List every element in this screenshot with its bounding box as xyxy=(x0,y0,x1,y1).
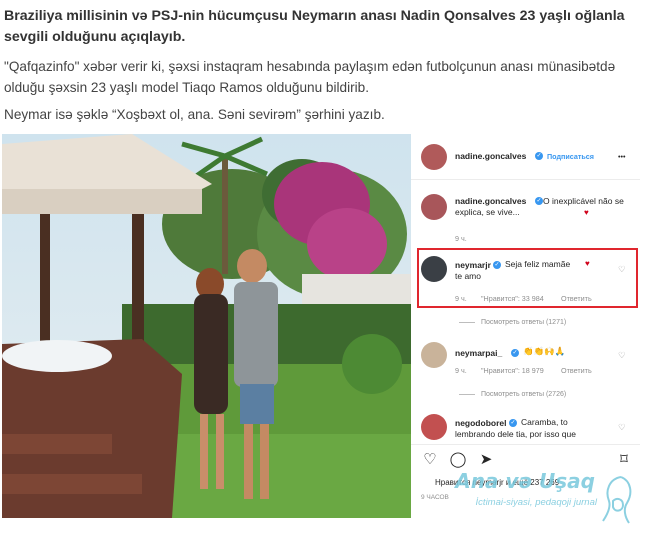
share-icon[interactable]: ➤ xyxy=(477,451,495,469)
post-header: nadine.goncalves ✓ Подписаться ••• xyxy=(411,134,640,180)
reply-button[interactable]: Ответить xyxy=(561,366,592,375)
comment-icon[interactable]: ◯ xyxy=(449,451,467,469)
article-headline: Braziliya millisinin və PSJ-nin hücumçus… xyxy=(4,8,625,45)
more-options-icon[interactable]: ••• xyxy=(618,152,626,161)
timestamp: 9 ч. xyxy=(455,234,467,243)
username[interactable]: nadine.goncalves xyxy=(455,151,526,161)
comment-text: te amo xyxy=(455,271,481,281)
like-count[interactable]: "Нравится": 18 979 xyxy=(481,366,544,375)
reply-button[interactable]: Ответить xyxy=(561,294,592,303)
follow-button[interactable]: Подписаться xyxy=(547,152,594,161)
avatar[interactable] xyxy=(421,256,447,282)
timestamp: 9 ч. xyxy=(455,294,467,303)
verified-icon: ✓ xyxy=(493,261,501,269)
mother-child-logo-icon xyxy=(602,476,632,524)
avatar[interactable] xyxy=(421,342,447,368)
article-paragraph: Neymar isə şəklə “Xoşbəxt ol, ana. Səni … xyxy=(4,107,385,122)
verified-icon: ✓ xyxy=(511,349,519,357)
avatar[interactable] xyxy=(421,414,447,440)
view-replies-link[interactable]: Посмотреть ответы (2726) xyxy=(459,391,566,398)
article-image: nadine.goncalves ✓ Подписаться ••• nadin… xyxy=(2,134,640,518)
watermark: Ana və Uşaq İctimai-siyasi, pedaqoji jur… xyxy=(435,469,635,529)
username[interactable]: neymarjr xyxy=(455,260,491,270)
like-icon[interactable]: ♡ xyxy=(421,451,439,469)
comment-text: lembrando dele tia, por isso que xyxy=(455,429,576,439)
heart-icon: ♥ xyxy=(584,208,589,217)
username[interactable]: neymarpai_ xyxy=(455,348,502,358)
like-heart-icon[interactable]: ♡ xyxy=(618,422,626,433)
like-heart-icon[interactable]: ♡ xyxy=(618,350,626,361)
clap-emoji-icon: 👏👏🙌🙏 xyxy=(523,346,566,356)
instagram-panel: nadine.goncalves ✓ Подписаться ••• nadin… xyxy=(411,134,640,518)
watermark-subtitle: İctimai-siyasi, pedaqoji jurnal xyxy=(475,497,597,508)
comment-text: Seja feliz mamãe xyxy=(505,259,571,269)
like-heart-icon[interactable]: ♡ xyxy=(618,264,626,275)
verified-icon: ✓ xyxy=(509,419,517,427)
bookmark-icon[interactable]: ⌑ xyxy=(615,451,633,469)
username[interactable]: negodoborel xyxy=(455,418,506,428)
like-count[interactable]: "Нравится": 33 984 xyxy=(481,294,544,303)
watermark-title: Ana və Uşaq xyxy=(455,469,595,493)
avatar[interactable] xyxy=(421,194,447,220)
heart-icon: ♥ xyxy=(585,259,590,268)
verified-icon: ✓ xyxy=(535,152,543,160)
article-paragraph: "Qafqazinfo" xəbər verir ki, şəxsi insta… xyxy=(4,59,616,95)
timestamp: 9 ч. xyxy=(455,366,467,375)
couple-photo xyxy=(2,134,411,518)
avatar[interactable] xyxy=(421,144,447,170)
view-replies-link[interactable]: Посмотреть ответы (1271) xyxy=(459,319,566,326)
comment-text: Caramba, to xyxy=(521,417,568,427)
caption-text: O inexplicável não se explica, se vive..… xyxy=(455,196,624,217)
